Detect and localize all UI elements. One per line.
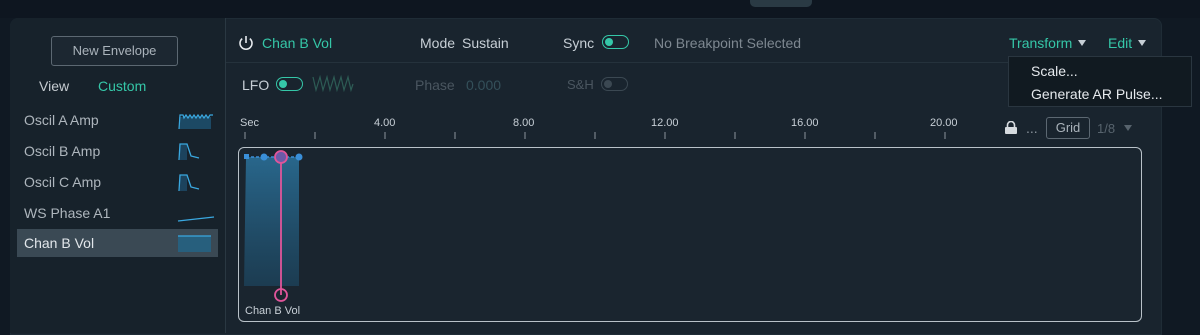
- edit-menu-button[interactable]: Edit: [1108, 35, 1147, 51]
- chevron-down-icon: [1078, 40, 1087, 46]
- transform-dropdown-menu: Scale... Generate AR Pulse...: [1008, 56, 1192, 107]
- flat-thumbnail-icon: [178, 235, 211, 252]
- envelope-item-label: Oscil A Amp: [24, 112, 99, 128]
- envelope-graph[interactable]: [239, 148, 1142, 322]
- envelope-fill: [244, 157, 299, 286]
- envelope-item-chan-b-vol[interactable]: Chan B Vol: [17, 229, 218, 257]
- more-options-button[interactable]: ...: [1026, 120, 1038, 136]
- envelope-title[interactable]: Chan B Vol: [262, 35, 332, 51]
- top-tab-chip[interactable]: [750, 0, 812, 7]
- envelope-canvas-label: Chan B Vol: [245, 305, 301, 317]
- sustain-start-handle[interactable]: [274, 150, 288, 164]
- grid-button[interactable]: Grid: [1046, 117, 1090, 139]
- sync-label: Sync: [563, 35, 595, 51]
- lfo-label: LFO: [242, 77, 270, 93]
- menu-item-generate-ar-pulse[interactable]: Generate AR Pulse...: [1031, 86, 1163, 102]
- breakpoint-start[interactable]: [244, 154, 249, 159]
- column-divider: [225, 18, 226, 333]
- power-icon[interactable]: [237, 34, 255, 52]
- top-strip: [0, 0, 1200, 18]
- breakpoint[interactable]: [295, 153, 303, 161]
- envelope-item-label: WS Phase A1: [24, 205, 111, 221]
- sync-toggle[interactable]: [602, 35, 629, 49]
- pulse-thumbnail-icon: [178, 174, 200, 192]
- mode-label: Mode: [420, 35, 456, 51]
- transform-label: Transform: [1009, 35, 1073, 51]
- envelope-item-label: Chan B Vol: [24, 235, 95, 251]
- time-ruler[interactable]: [238, 128, 998, 140]
- view-label[interactable]: View: [39, 78, 69, 94]
- envelope-item-oscil-a-amp[interactable]: Oscil A Amp: [17, 106, 218, 134]
- chevron-down-icon[interactable]: [1124, 125, 1132, 131]
- lfo-toggle[interactable]: [276, 77, 303, 91]
- sh-toggle[interactable]: [601, 77, 628, 91]
- custom-view-option[interactable]: Custom: [98, 78, 146, 94]
- envelope-item-label: Oscil B Amp: [24, 143, 101, 159]
- multi-pulse-thumbnail-icon: [178, 113, 213, 130]
- breakpoint[interactable]: [260, 153, 268, 161]
- envelope-item-label: Oscil C Amp: [24, 174, 102, 190]
- sh-label: S&H: [567, 77, 594, 92]
- sawtooth-icon[interactable]: [312, 74, 354, 94]
- menu-item-scale[interactable]: Scale...: [1031, 63, 1078, 79]
- edit-label: Edit: [1108, 35, 1133, 51]
- ramp-thumbnail-icon: [177, 216, 215, 222]
- envelope-item-oscil-c-amp[interactable]: Oscil C Amp: [17, 168, 218, 196]
- new-envelope-button[interactable]: New Envelope: [51, 36, 178, 66]
- phase-label: Phase: [415, 77, 455, 93]
- mode-select[interactable]: Sustain: [462, 35, 509, 51]
- lock-icon[interactable]: [1003, 121, 1019, 135]
- breakpoint-status: No Breakpoint Selected: [654, 35, 802, 51]
- chevron-down-icon: [1138, 40, 1147, 46]
- envelope-item-oscil-b-amp[interactable]: Oscil B Amp: [17, 137, 218, 165]
- envelope-item-ws-phase-a1[interactable]: WS Phase A1: [17, 199, 218, 227]
- envelope-editor-canvas[interactable]: [238, 147, 1142, 322]
- pulse-thumbnail-icon: [178, 143, 200, 161]
- phase-value[interactable]: 0.000: [466, 77, 501, 93]
- grid-division-select[interactable]: 1/8: [1097, 121, 1115, 136]
- transform-menu-button[interactable]: Transform: [1009, 35, 1087, 51]
